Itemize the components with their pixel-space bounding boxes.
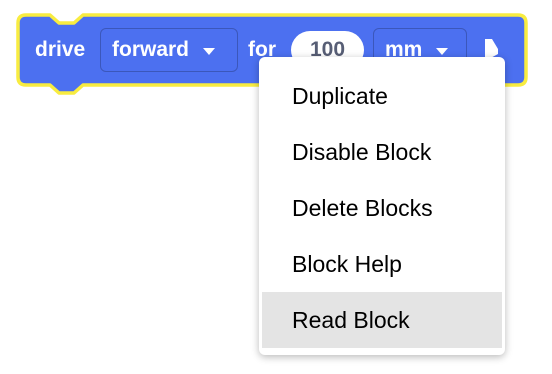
menu-item-read-block[interactable]: Read Block	[262, 292, 502, 348]
menu-item-duplicate[interactable]: Duplicate	[259, 68, 505, 124]
context-menu: Duplicate Disable Block Delete Blocks Bl…	[259, 57, 505, 355]
workspace: drive forward for 100 mm Duplicate Disab…	[0, 0, 552, 374]
menu-item-label: Duplicate	[292, 82, 388, 109]
menu-item-disable-block[interactable]: Disable Block	[259, 124, 505, 180]
menu-item-delete-blocks[interactable]: Delete Blocks	[259, 180, 505, 236]
menu-item-label: Delete Blocks	[292, 194, 433, 221]
menu-item-label: Block Help	[292, 250, 402, 277]
direction-dropdown[interactable]: forward	[100, 28, 238, 72]
menu-item-label: Read Block	[292, 306, 410, 333]
drive-label: drive	[35, 38, 86, 61]
menu-item-block-help[interactable]: Block Help	[259, 236, 505, 292]
chevron-down-icon	[436, 47, 449, 55]
chevron-down-icon	[203, 47, 216, 55]
direction-value: forward	[112, 38, 190, 61]
menu-item-label: Disable Block	[292, 138, 432, 165]
